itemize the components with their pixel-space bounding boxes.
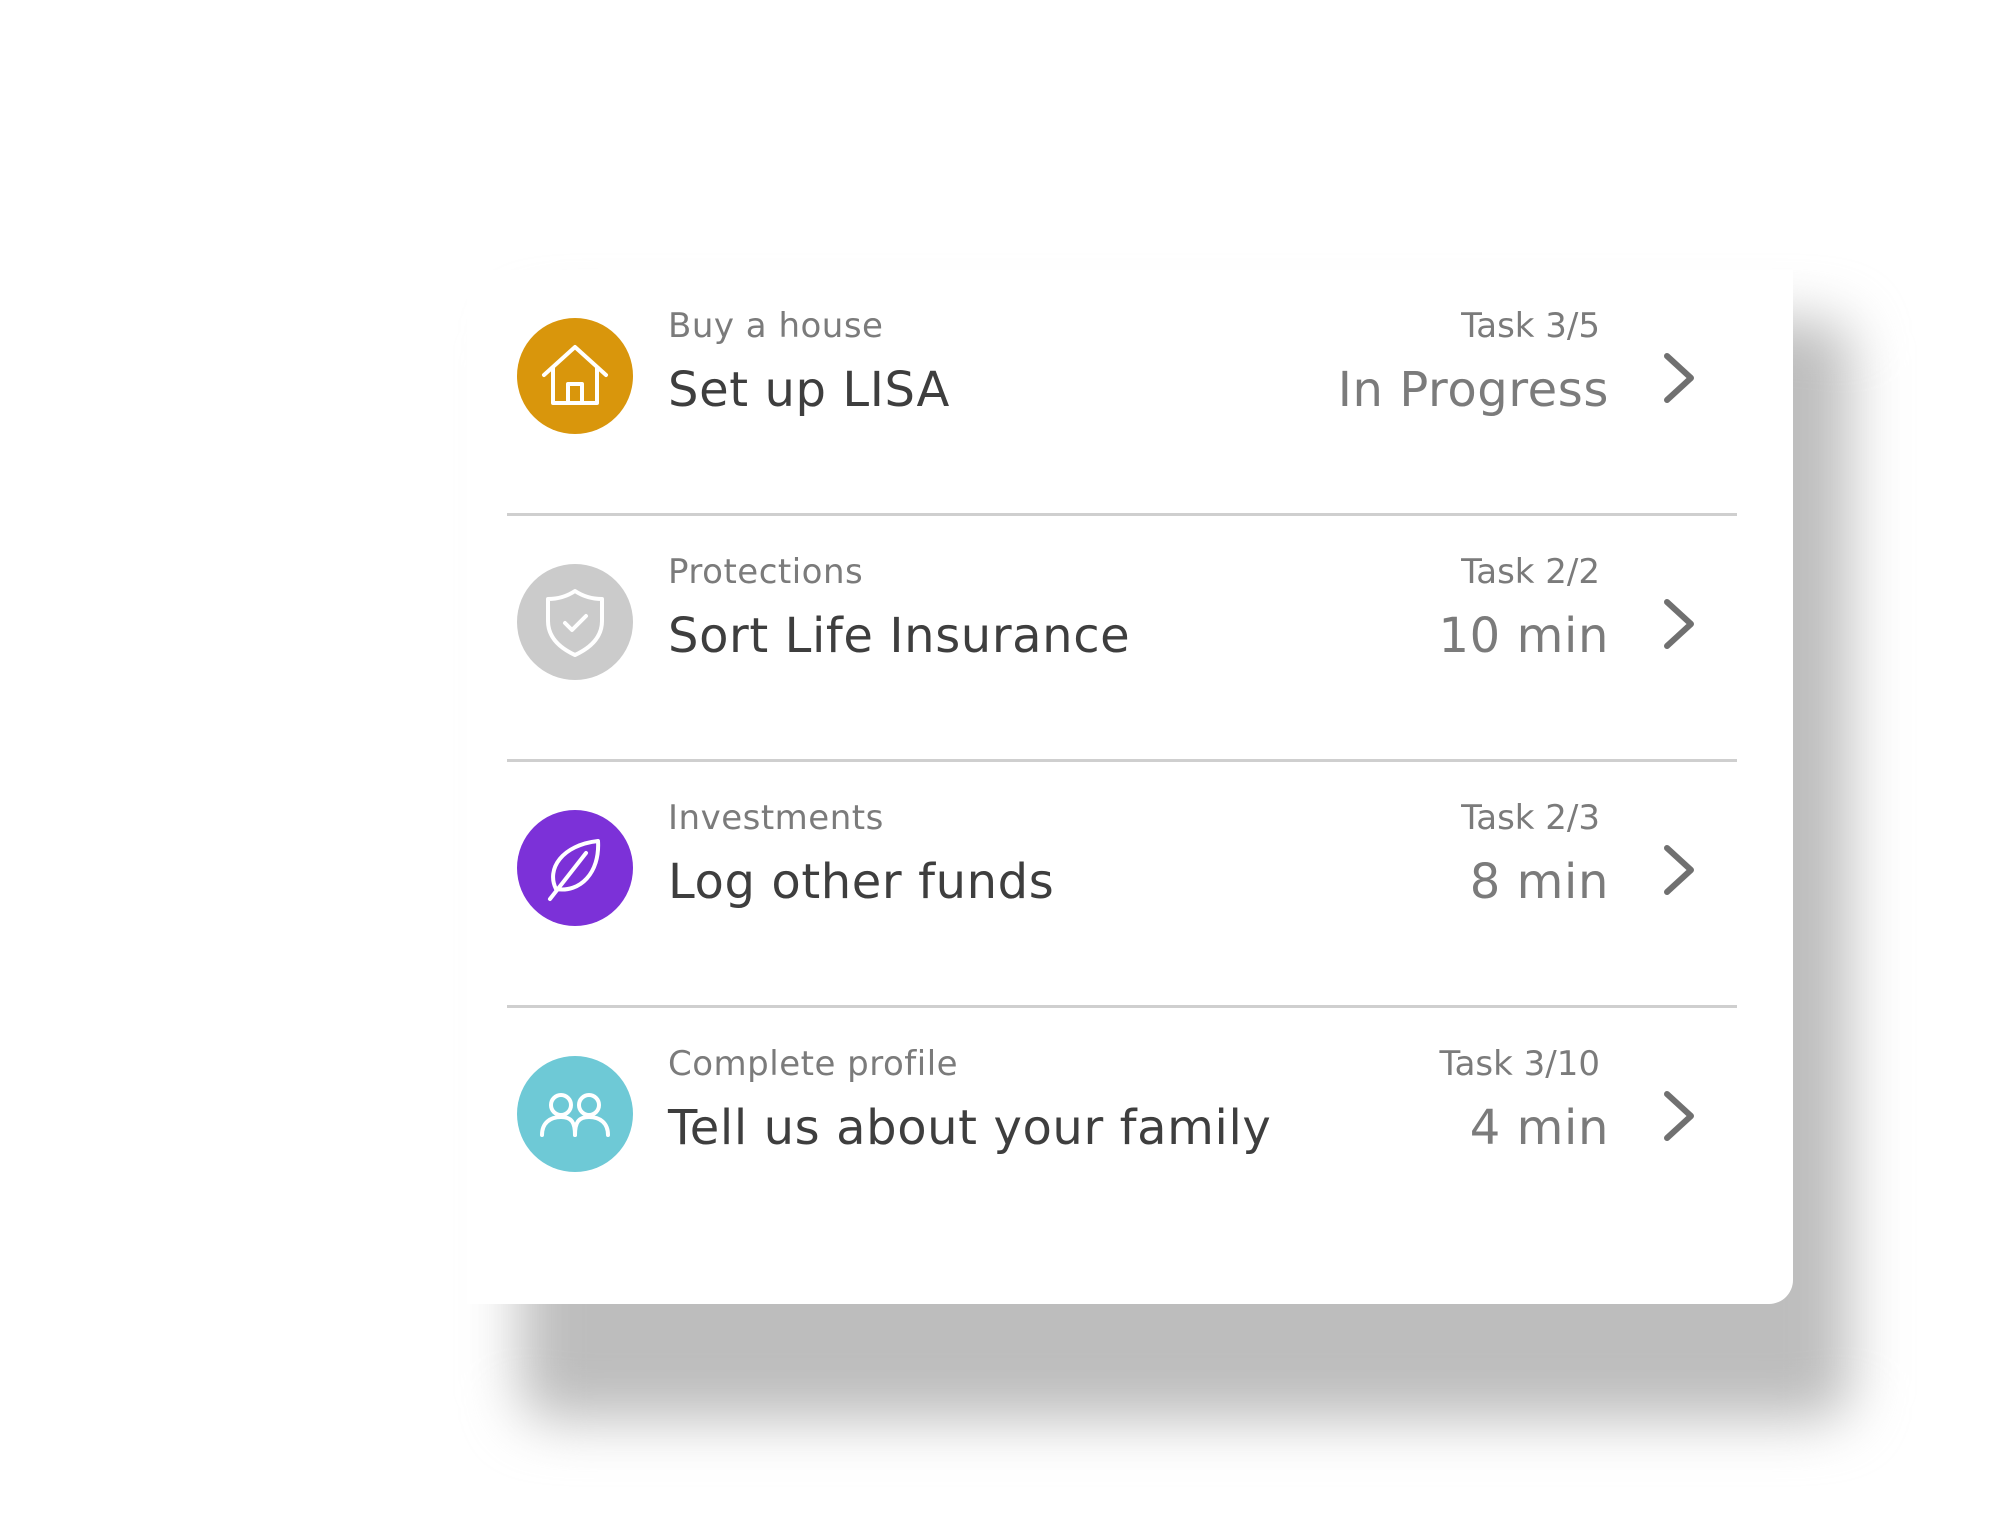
task-category: Investments — [668, 798, 884, 838]
task-step: Task 2/2 — [1461, 552, 1600, 592]
people-icon — [517, 1056, 633, 1172]
task-title: Set up LISA — [668, 362, 950, 418]
task-row-protections[interactable]: Protections Sort Life Insurance Task 2/2… — [507, 516, 1737, 762]
task-row-complete-profile[interactable]: Complete profile Tell us about your fami… — [507, 1008, 1737, 1254]
chevron-right-icon[interactable] — [1659, 594, 1699, 654]
house-icon — [517, 318, 633, 434]
task-category: Protections — [668, 552, 864, 592]
leaf-icon — [517, 810, 633, 926]
task-step: Task 3/10 — [1439, 1044, 1600, 1084]
task-row-investments[interactable]: Investments Log other funds Task 2/3 8 m… — [507, 762, 1737, 1008]
task-row-buy-a-house[interactable]: Buy a house Set up LISA Task 3/5 In Prog… — [507, 270, 1737, 516]
task-list-card: Buy a house Set up LISA Task 3/5 In Prog… — [467, 270, 1793, 1304]
task-step: Task 2/3 — [1461, 798, 1600, 838]
task-title: Tell us about your family — [668, 1100, 1272, 1156]
task-status: 8 min — [1469, 854, 1609, 910]
task-status: In Progress — [1337, 362, 1609, 418]
task-category: Buy a house — [668, 306, 884, 346]
chevron-right-icon[interactable] — [1659, 1086, 1699, 1146]
shield-check-icon — [517, 564, 633, 680]
task-step: Task 3/5 — [1461, 306, 1600, 346]
task-title: Log other funds — [668, 854, 1055, 910]
task-status: 10 min — [1438, 608, 1609, 664]
task-title: Sort Life Insurance — [668, 608, 1131, 664]
chevron-right-icon[interactable] — [1659, 840, 1699, 900]
task-status: 4 min — [1469, 1100, 1609, 1156]
chevron-right-icon[interactable] — [1659, 348, 1699, 408]
task-category: Complete profile — [668, 1044, 959, 1084]
